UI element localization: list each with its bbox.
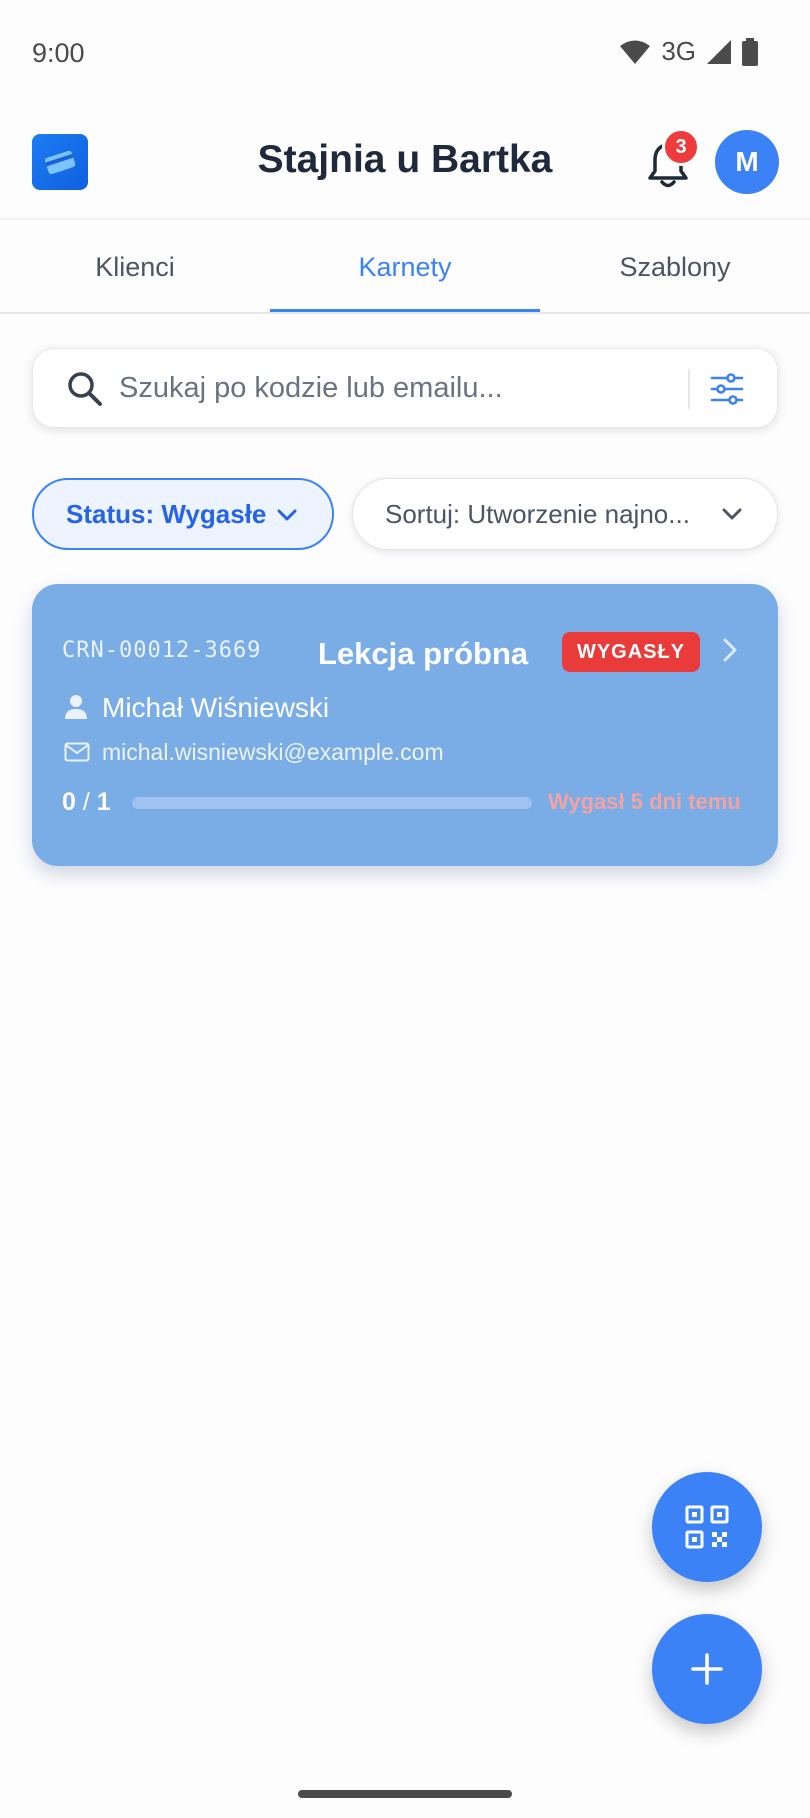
status-filter-chip[interactable]: Status: Wygasłe (32, 478, 334, 550)
screen: 9:00 3G Stajnia u Bartka 3 M Klienci Kar… (0, 0, 810, 1818)
tabs-divider (0, 312, 810, 314)
search-divider (688, 369, 690, 409)
chevron-right-icon (723, 638, 737, 662)
add-pass-button[interactable] (652, 1614, 762, 1724)
pass-code: CRN-00012-3669 (62, 638, 262, 663)
tab-szablony[interactable]: Szablony (540, 220, 810, 314)
qr-code-icon (685, 1505, 729, 1549)
mail-icon (64, 742, 90, 762)
filter-icon[interactable] (709, 371, 745, 407)
status-time: 9:00 (32, 38, 85, 68)
signal-icon (707, 39, 731, 64)
search-bar (32, 348, 778, 428)
status-filter-label: Status: Wygasłe (66, 498, 267, 529)
avatar[interactable]: M (715, 130, 779, 194)
wifi-icon (620, 40, 651, 64)
plus-icon (691, 1653, 723, 1685)
usage-separator: / (75, 788, 97, 816)
usage-used: 0 (62, 788, 76, 816)
tab-klienci[interactable]: Klienci (0, 220, 270, 314)
pass-title: Lekcja próbna (318, 636, 529, 671)
chevron-down-icon (722, 508, 742, 520)
pass-card[interactable]: CRN-00012-3669 Lekcja próbna WYGASŁY Mic… (32, 584, 778, 866)
status-bar: 9:00 3G (0, 0, 810, 104)
tab-karnety[interactable]: Karnety (270, 220, 540, 314)
tab-bar: Klienci Karnety Szablony (0, 220, 810, 314)
search-input[interactable] (119, 363, 679, 413)
chevron-down-icon (277, 509, 297, 521)
status-badge: WYGASŁY (562, 632, 700, 672)
client-email: michal.wisniewski@example.com (102, 739, 444, 765)
usage-count: 0 / 1 (62, 788, 111, 817)
app-header: Stajnia u Bartka 3 M (0, 104, 810, 218)
usage-progress-bar (132, 797, 532, 809)
notification-badge: 3 (662, 128, 700, 166)
scan-qr-button[interactable] (652, 1472, 762, 1582)
person-icon (65, 695, 87, 719)
search-icon (68, 372, 102, 406)
battery-icon (742, 37, 758, 66)
sort-chip[interactable]: Sortuj: Utworzenie najno... (352, 478, 778, 550)
status-icons: 3G (619, 36, 758, 67)
usage-total: 1 (96, 788, 111, 816)
sort-label: Sortuj: Utworzenie najno... (385, 498, 690, 529)
client-name: Michał Wiśniewski (102, 692, 330, 723)
network-type: 3G (661, 36, 696, 66)
expiry-text: Wygasł 5 dni temu (548, 789, 741, 814)
home-indicator[interactable] (298, 1790, 512, 1798)
